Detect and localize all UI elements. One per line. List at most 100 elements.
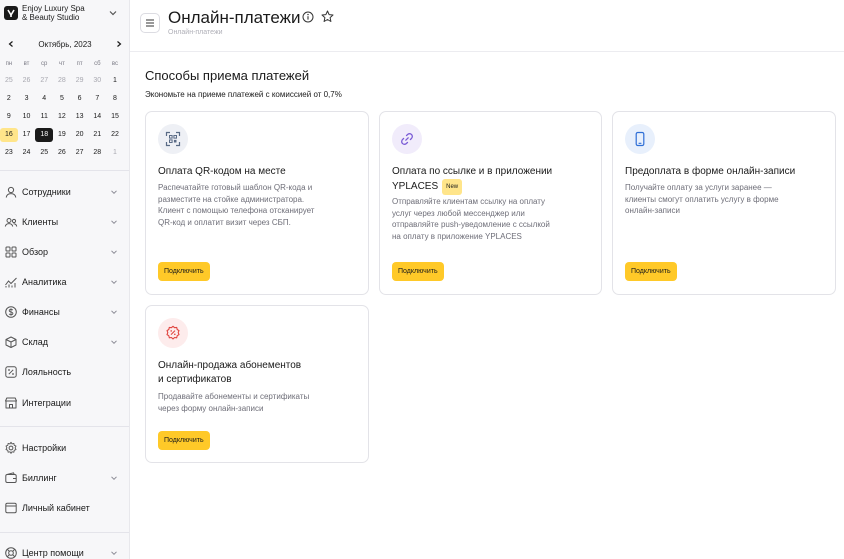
chevron-right-icon xyxy=(117,41,122,47)
calendar-day[interactable]: 29 xyxy=(71,74,89,88)
connect-button[interactable]: Подключить xyxy=(625,262,677,281)
payment-card-title-text: Онлайн-продажа абонементов xyxy=(158,360,302,371)
calendar-day[interactable]: 2 xyxy=(0,92,18,106)
calendar-day[interactable]: 13 xyxy=(71,110,89,124)
calendar-day[interactable]: 27 xyxy=(71,146,89,160)
calendar-day[interactable]: 9 xyxy=(0,110,18,124)
sidebar-item-label: Клиенты xyxy=(22,217,59,227)
payment-card-description: Отправляйте клиентам ссылку на оплату усл… xyxy=(392,196,550,242)
sidebar-item-label: Обзор xyxy=(22,247,48,257)
calendar-day[interactable]: 20 xyxy=(71,128,89,142)
weekday-label: ср xyxy=(41,61,48,67)
payment-card-description-line: онлайн-записи xyxy=(625,206,680,215)
calendar-month-label: Октябрь, 2023 xyxy=(38,39,92,49)
calendar-day[interactable]: 11 xyxy=(35,110,53,124)
section-subtitle: Экономьте на приеме платежей с комиссией… xyxy=(145,90,342,99)
payment-card-title: Оплата QR-кодом на месте xyxy=(158,165,286,179)
weekday-label: сб xyxy=(94,61,101,67)
calendar-day[interactable]: 12 xyxy=(53,110,71,124)
calendar-prev-button[interactable] xyxy=(6,39,16,49)
company-name-line2: & Beauty Studio xyxy=(22,13,80,22)
calendar-day[interactable]: 27 xyxy=(35,74,53,88)
breadcrumb: Онлайн-платежи xyxy=(168,29,223,36)
payment-card-description-line: на оплату в приложение YPLACES xyxy=(392,231,522,241)
payment-card: Оплата QR-кодом на месте Распечатайте гот… xyxy=(145,111,369,295)
sidebar-item-label: Личный кабинет xyxy=(22,503,90,513)
calendar-day[interactable]: 19 xyxy=(53,128,71,142)
chevron-down-icon xyxy=(111,476,117,481)
weekday-label: чт xyxy=(58,61,65,67)
menu-toggle-button[interactable] xyxy=(140,13,160,33)
calendar-day[interactable]: 5 xyxy=(53,92,71,106)
calendar-day[interactable]: 14 xyxy=(88,110,106,124)
chevron-down-icon xyxy=(109,11,117,16)
sidebar-item-label: Аналитика xyxy=(22,277,67,287)
connect-button[interactable]: Подключить xyxy=(158,431,210,450)
sidebar-item-label: Интеграции xyxy=(22,398,71,408)
chevron-down-icon xyxy=(111,280,117,285)
calendar-day[interactable]: 28 xyxy=(53,74,71,88)
calendar-day[interactable]: 26 xyxy=(18,74,36,88)
calendar-day[interactable]: 23 xyxy=(0,146,18,160)
calendar-day[interactable]: 16 xyxy=(0,128,18,142)
calendar-day[interactable]: 26 xyxy=(53,146,71,160)
sidebar-item-staff[interactable]: Сотрудники xyxy=(0,181,129,203)
sidebar-item-warehouse[interactable]: Склад xyxy=(0,331,129,353)
calendar-day[interactable]: 24 xyxy=(18,146,36,160)
calendar-week: 25 26 27 28 29 30 1 xyxy=(0,72,124,90)
calendar-day[interactable]: 8 xyxy=(106,92,124,106)
sidebar-item-overview[interactable]: Обзор xyxy=(0,241,129,263)
sidebar-item-cabinet[interactable]: Личный кабинет xyxy=(0,497,129,519)
calendar-day[interactable]: 1 xyxy=(106,74,124,88)
sidebar-item-clients[interactable]: Клиенты xyxy=(0,211,129,233)
payment-card: Оплата по ссылке и в приложении YPLACES Ne… xyxy=(379,111,602,295)
payment-card: Онлайн-продажа абонементов и сертификатов… xyxy=(145,305,369,463)
connect-button[interactable]: Подключить xyxy=(158,262,210,281)
qr-code-icon xyxy=(158,124,188,154)
calendar-day[interactable]: 10 xyxy=(18,110,36,124)
calendar-day[interactable]: 25 xyxy=(35,146,53,160)
calendar-day[interactable]: 4 xyxy=(35,92,53,106)
chevron-left-icon xyxy=(8,41,13,47)
connect-button[interactable]: Подключить xyxy=(392,262,444,281)
dollar-icon xyxy=(4,305,18,319)
calendar-day[interactable]: 1 xyxy=(106,146,124,160)
payment-card-description-line: Продавайте абонементы и сертификаты xyxy=(158,392,310,401)
calendar-weekdays: пн вт ср чт пт сб вс xyxy=(0,58,124,70)
calendar-day[interactable]: 30 xyxy=(88,74,106,88)
sidebar-item-help[interactable]: Центр помощи xyxy=(0,542,129,559)
calendar-day[interactable]: 22 xyxy=(106,128,124,142)
calendar-day[interactable]: 3 xyxy=(18,92,36,106)
calendar-day[interactable]: 15 xyxy=(106,110,124,124)
info-icon[interactable] xyxy=(302,11,314,23)
payment-card-title: Предоплата в форме онлайн-записи xyxy=(625,165,795,179)
sidebar-item-label: Биллинг xyxy=(22,473,57,483)
calendar-day[interactable]: 7 xyxy=(88,92,106,106)
company-logo-icon xyxy=(4,6,18,20)
calendar-day[interactable]: 21 xyxy=(88,128,106,142)
sidebar-item-loyalty[interactable]: Лояльность xyxy=(0,361,129,383)
company-switcher[interactable]: Enjoy Luxury Spa & Beauty Studio xyxy=(4,2,126,24)
chevron-down-icon xyxy=(111,551,117,556)
calendar-day[interactable]: 25 xyxy=(0,74,18,88)
star-icon[interactable] xyxy=(321,10,334,23)
calendar-day[interactable]: 6 xyxy=(71,92,89,106)
weekday-label: вт xyxy=(23,61,30,67)
calendar-day[interactable]: 18 xyxy=(35,128,54,142)
phone-icon xyxy=(625,124,655,154)
sidebar-item-finance[interactable]: Финансы xyxy=(0,301,129,323)
gear-icon xyxy=(4,441,18,455)
percent-icon xyxy=(4,365,18,379)
calendar-day[interactable]: 17 xyxy=(18,128,36,142)
sidebar-item-analytics[interactable]: Аналитика xyxy=(0,271,129,293)
sidebar-item-billing[interactable]: Биллинг xyxy=(0,467,129,489)
sidebar-item-integrations[interactable]: Интеграции xyxy=(0,392,129,414)
calendar-next-button[interactable] xyxy=(114,39,124,49)
wallet-icon xyxy=(4,471,18,485)
sidebar-item-label: Настройки xyxy=(22,443,67,453)
payment-card: Предоплата в форме онлайн-записи Получайт… xyxy=(612,111,836,295)
payment-card-title: Онлайн-продажа абонементов и сертификатов xyxy=(158,359,301,387)
sidebar-item-settings[interactable]: Настройки xyxy=(0,437,129,459)
calendar-day[interactable]: 28 xyxy=(88,146,106,160)
user-icon xyxy=(4,185,18,199)
